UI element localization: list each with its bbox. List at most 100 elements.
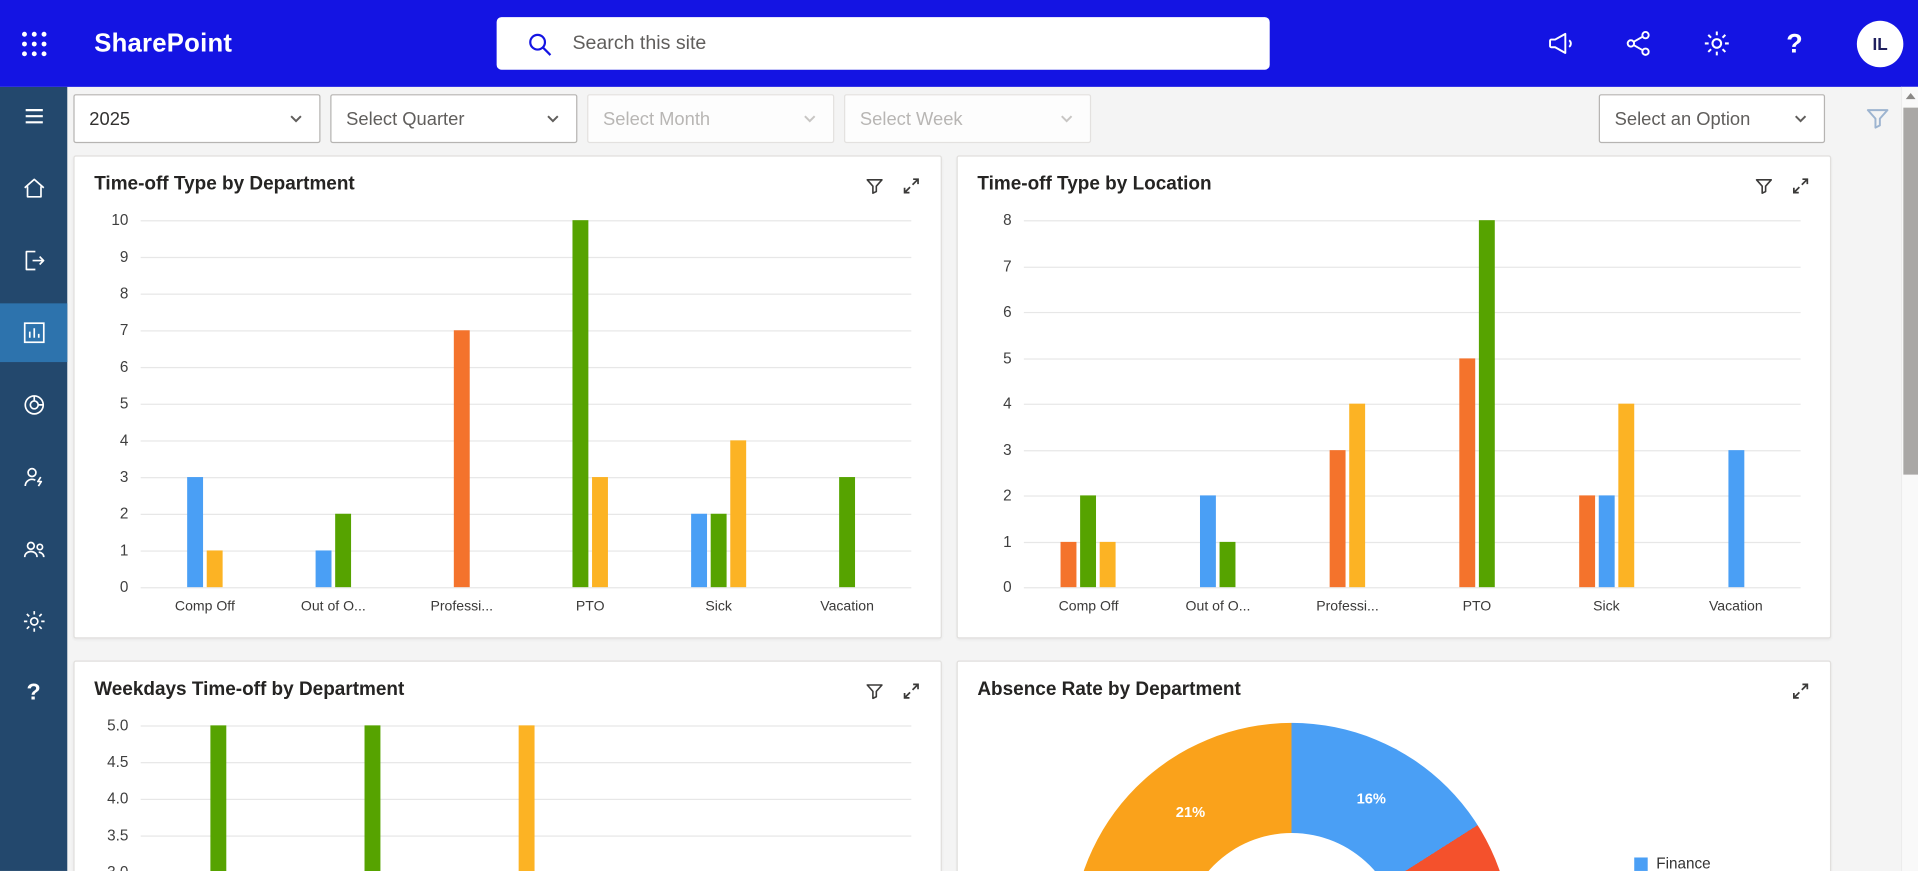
y-tick-label: 4.5 bbox=[107, 754, 128, 771]
bar-chart-container: 0.00.51.01.52.02.53.03.54.04.55.0 bbox=[94, 725, 921, 871]
bar-chart-icon bbox=[20, 319, 47, 346]
x-axis-row: Comp OffOut of O...Professi...PTOSickVac… bbox=[977, 599, 1810, 614]
sidebar-item-settings[interactable] bbox=[0, 592, 67, 651]
expand-icon bbox=[902, 681, 922, 701]
sidebar-item-user-admin[interactable] bbox=[0, 448, 67, 507]
page-filter-button[interactable] bbox=[1864, 105, 1891, 132]
help-button[interactable]: ? bbox=[1779, 28, 1811, 60]
bar[interactable] bbox=[1061, 541, 1077, 587]
bar[interactable] bbox=[839, 477, 855, 587]
chart-expand-icon[interactable] bbox=[902, 176, 922, 196]
chart-title: Absence Rate by Department bbox=[977, 679, 1810, 701]
category-group bbox=[1283, 220, 1412, 587]
option-dropdown[interactable]: Select an Option bbox=[1599, 94, 1825, 143]
year-dropdown[interactable]: 2025 bbox=[73, 94, 320, 143]
account-avatar[interactable]: IL bbox=[1857, 20, 1903, 66]
bar[interactable] bbox=[187, 477, 203, 587]
plot-series bbox=[141, 725, 912, 871]
bar[interactable] bbox=[1330, 450, 1346, 588]
bar[interactable] bbox=[210, 725, 226, 871]
chart-title: Time-off Type by Location bbox=[977, 174, 1810, 196]
scrollbar-thumb[interactable] bbox=[1903, 108, 1918, 475]
quarter-dropdown-value: Select Quarter bbox=[346, 108, 464, 129]
expand-icon bbox=[1791, 176, 1811, 196]
y-tick-label: 3 bbox=[1003, 441, 1012, 458]
card-actions bbox=[1754, 176, 1810, 196]
category-group bbox=[1671, 220, 1800, 587]
org-settings-button[interactable] bbox=[1622, 28, 1654, 60]
card-actions bbox=[865, 681, 921, 701]
card-timeoff-type-by-department: Time-off Type by Department 012345678910… bbox=[73, 155, 941, 638]
month-dropdown-value: Select Month bbox=[603, 108, 710, 129]
bar[interactable] bbox=[1459, 358, 1475, 587]
app-launcher-button[interactable] bbox=[0, 0, 67, 87]
category-group bbox=[654, 220, 782, 587]
quarter-dropdown[interactable]: Select Quarter bbox=[330, 94, 577, 143]
bar[interactable] bbox=[1579, 495, 1595, 587]
plot-area bbox=[141, 725, 912, 871]
y-tick-label: 5.0 bbox=[107, 717, 128, 734]
sidebar-item-reports[interactable] bbox=[0, 376, 67, 435]
scroll-up-button[interactable] bbox=[1902, 87, 1918, 105]
bar[interactable] bbox=[1479, 220, 1495, 587]
bar[interactable] bbox=[1728, 450, 1744, 588]
category-group bbox=[1153, 220, 1282, 587]
bar[interactable] bbox=[711, 514, 727, 587]
bar[interactable] bbox=[1220, 541, 1236, 587]
chart-expand-icon[interactable] bbox=[902, 681, 922, 701]
bar[interactable] bbox=[572, 220, 588, 587]
sidebar-item-exit[interactable] bbox=[0, 231, 67, 290]
sharepoint-dashboard-page: SharePoint bbox=[0, 0, 1918, 871]
bar[interactable] bbox=[1100, 541, 1116, 587]
bar[interactable] bbox=[518, 725, 534, 871]
chart-filter-icon[interactable] bbox=[1754, 176, 1774, 196]
bar[interactable] bbox=[691, 514, 707, 587]
vertical-scrollbar[interactable] bbox=[1901, 87, 1918, 871]
sidebar-item-home[interactable] bbox=[0, 159, 67, 218]
category-group bbox=[398, 220, 526, 587]
chart-expand-icon[interactable] bbox=[1791, 681, 1811, 701]
y-tick-label: 5 bbox=[1003, 349, 1012, 366]
y-axis: 0.00.51.01.52.02.53.03.54.04.55.0 bbox=[94, 725, 140, 871]
bar[interactable] bbox=[730, 440, 746, 587]
search-input[interactable] bbox=[572, 32, 1269, 54]
category-group bbox=[1542, 220, 1671, 587]
bar[interactable] bbox=[454, 330, 470, 587]
funnel-icon bbox=[1754, 176, 1774, 196]
x-tick-label: Comp Off bbox=[141, 599, 269, 614]
bar[interactable] bbox=[1081, 495, 1097, 587]
bar[interactable] bbox=[316, 550, 332, 587]
settings-button[interactable] bbox=[1700, 28, 1732, 60]
bar[interactable] bbox=[335, 514, 351, 587]
announcements-button[interactable] bbox=[1544, 28, 1576, 60]
sidebar-item-dashboard[interactable] bbox=[0, 303, 67, 362]
bar[interactable] bbox=[1349, 404, 1365, 587]
chart-expand-icon[interactable] bbox=[1791, 176, 1811, 196]
nav-toggle-button[interactable] bbox=[0, 87, 67, 146]
donut-ring[interactable] bbox=[1072, 723, 1512, 871]
legend-item[interactable]: Finance bbox=[1634, 855, 1710, 871]
x-axis: Comp OffOut of O...Professi...PTOSickVac… bbox=[141, 599, 912, 614]
bar[interactable] bbox=[1200, 495, 1216, 587]
bar[interactable] bbox=[207, 550, 223, 587]
chart-filter-icon[interactable] bbox=[865, 176, 885, 196]
suite-header: SharePoint bbox=[0, 0, 1918, 87]
y-tick-label: 8 bbox=[120, 285, 129, 302]
x-tick-label: PTO bbox=[1412, 599, 1541, 614]
sidebar-item-help[interactable]: ? bbox=[0, 664, 67, 723]
bar[interactable] bbox=[1618, 404, 1634, 587]
chart-title: Time-off Type by Department bbox=[94, 174, 921, 196]
y-axis-spacer bbox=[977, 599, 1023, 614]
up-arrow-icon bbox=[1905, 93, 1915, 99]
sidebar-item-people[interactable] bbox=[0, 520, 67, 579]
bar[interactable] bbox=[1598, 495, 1614, 587]
bar[interactable] bbox=[592, 477, 608, 587]
chart-filter-icon[interactable] bbox=[865, 681, 885, 701]
year-dropdown-value: 2025 bbox=[89, 108, 130, 129]
x-axis: Comp OffOut of O...Professi...PTOSickVac… bbox=[1024, 599, 1801, 614]
chevron-down-icon bbox=[544, 110, 561, 127]
site-search-box[interactable] bbox=[497, 17, 1270, 70]
bar[interactable] bbox=[364, 725, 380, 871]
sharepoint-logo[interactable]: SharePoint bbox=[94, 0, 232, 87]
plot-area bbox=[1024, 220, 1801, 587]
